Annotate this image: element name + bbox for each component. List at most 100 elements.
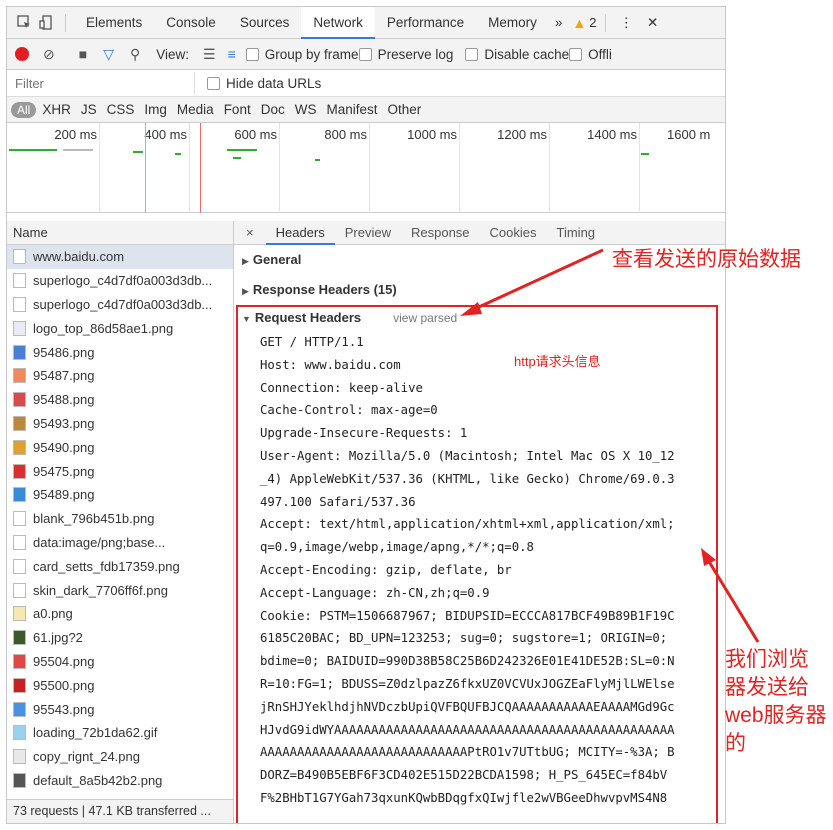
tab-sources[interactable]: Sources: [228, 7, 302, 39]
request-name: a0.png: [33, 606, 73, 622]
hide-data-urls-label: Hide data URLs: [226, 75, 322, 91]
hide-data-urls-checkbox[interactable]: [207, 76, 220, 90]
offline-checkbox[interactable]: [569, 47, 583, 61]
request-row[interactable]: default_8a5b42b2.png: [7, 769, 233, 793]
request-headers-section-toggle[interactable]: ▼ Request Headers view parsed: [238, 307, 716, 331]
request-row[interactable]: copy_rignt_24.png: [7, 745, 233, 769]
raw-header-line: Accept-Encoding: gzip, deflate, br: [260, 562, 512, 577]
request-row[interactable]: 95500.png: [7, 673, 233, 697]
type-filter-js[interactable]: JS: [77, 100, 101, 119]
http-header-note: http请求头信息: [514, 354, 601, 369]
request-row[interactable]: 95487.png: [7, 364, 233, 388]
raw-header-line: q=0.9,image/webp,image/apng,*/*;q=0.8: [260, 540, 534, 555]
tab-cookies[interactable]: Cookies: [480, 221, 547, 245]
type-filter-media[interactable]: Media: [173, 100, 218, 119]
request-row[interactable]: 95490.png: [7, 435, 233, 459]
response-headers-section-title: Response Headers (15): [252, 282, 397, 297]
request-row[interactable]: a0.png: [7, 602, 233, 626]
request-row[interactable]: 95488.png: [7, 388, 233, 412]
tab-response[interactable]: Response: [401, 221, 480, 245]
devtools-tabbar: Elements Console Sources Network Perform…: [7, 7, 725, 39]
tab-headers[interactable]: Headers: [265, 221, 335, 245]
document-icon: [13, 582, 26, 598]
type-filter-font[interactable]: Font: [220, 100, 255, 119]
name-column-header[interactable]: Name: [7, 221, 233, 245]
request-name: www.baidu.com: [33, 249, 125, 265]
request-row[interactable]: 95475.png: [7, 459, 233, 483]
inspect-element-icon[interactable]: [13, 12, 35, 34]
request-row[interactable]: 61.jpg?2: [7, 626, 233, 650]
more-tabs-button[interactable]: »: [549, 7, 569, 39]
request-row[interactable]: superlogo_c4d7df0a003d3db...: [7, 293, 233, 317]
tab-network[interactable]: Network: [301, 7, 375, 39]
devtools-window: Elements Console Sources Network Perform…: [6, 6, 726, 824]
request-row[interactable]: card_setts_fdb17359.png: [7, 554, 233, 578]
offline-option[interactable]: Offli: [569, 47, 612, 62]
filter-input[interactable]: [7, 72, 195, 94]
device-toolbar-icon[interactable]: [35, 12, 57, 34]
request-row[interactable]: 95489.png: [7, 483, 233, 507]
request-row[interactable]: 95486.png: [7, 340, 233, 364]
tab-elements[interactable]: Elements: [74, 7, 154, 39]
load-event-marker: [200, 123, 201, 213]
raw-header-line: jRnSHJYeklhdjhNVDczbUpiQVFBQUFBJCQAAAAAA…: [260, 699, 675, 714]
request-row[interactable]: 95493.png: [7, 412, 233, 436]
request-row[interactable]: loading_72b1da62.gif: [7, 721, 233, 745]
request-row[interactable]: 95543.png: [7, 697, 233, 721]
image-icon: [13, 344, 26, 360]
screenshot-camera-icon[interactable]: ■: [79, 46, 87, 62]
image-icon: [13, 701, 26, 717]
timeline-overview[interactable]: 200 ms 400 ms 600 ms 800 ms 1000 ms 1200…: [7, 123, 725, 213]
tab-preview[interactable]: Preview: [335, 221, 401, 245]
waterfall-overview-icon[interactable]: ≡: [228, 46, 236, 62]
image-icon: [13, 392, 26, 408]
request-name: 95487.png: [33, 368, 95, 384]
timeline-gridline: [549, 123, 550, 213]
type-filter-xhr[interactable]: XHR: [38, 100, 75, 119]
search-icon[interactable]: ⚲: [130, 46, 140, 63]
request-row[interactable]: blank_796b451b.png: [7, 507, 233, 531]
request-row[interactable]: superlogo_c4d7df0a003d3db...: [7, 269, 233, 293]
group-by-frame-option[interactable]: Group by frame: [245, 47, 359, 62]
close-icon[interactable]: ✕: [639, 7, 666, 39]
request-row[interactable]: data:image/png;base...: [7, 531, 233, 555]
tab-memory[interactable]: Memory: [476, 7, 549, 39]
request-name: loading_72b1da62.gif: [33, 725, 158, 741]
warnings-badge[interactable]: ▲ 2: [572, 15, 596, 31]
group-by-frame-checkbox[interactable]: [245, 47, 259, 61]
timeline-tick-label: 1200 ms: [497, 127, 547, 142]
close-details-icon[interactable]: ×: [234, 225, 266, 240]
request-row[interactable]: logo_top_86d58ae1.png: [7, 316, 233, 340]
response-headers-section-toggle[interactable]: ▶ Response Headers (15): [234, 275, 725, 305]
request-row[interactable]: skin_dark_7706ff6f.png: [7, 578, 233, 602]
preserve-log-checkbox[interactable]: [358, 47, 372, 61]
request-row[interactable]: www.baidu.com: [7, 245, 233, 269]
timeline-gridline: [189, 123, 190, 213]
clear-icon[interactable]: ⊘: [43, 46, 55, 63]
type-filter-img[interactable]: Img: [140, 100, 171, 119]
timeline-gridline: [99, 123, 100, 213]
type-filter-css[interactable]: CSS: [103, 100, 139, 119]
type-filter-other[interactable]: Other: [384, 100, 426, 119]
type-filter-doc[interactable]: Doc: [257, 100, 289, 119]
disable-cache-option[interactable]: Disable cache: [465, 47, 569, 62]
large-rows-icon[interactable]: ☰: [203, 46, 216, 63]
request-row[interactable]: 95504.png: [7, 650, 233, 674]
type-filter-all[interactable]: All: [11, 101, 37, 118]
type-filter-manifest[interactable]: Manifest: [322, 100, 381, 119]
menu-icon[interactable]: ⋮: [614, 7, 640, 39]
view-parsed-link[interactable]: view parsed: [393, 311, 457, 325]
tab-console[interactable]: Console: [154, 7, 228, 39]
preserve-log-option[interactable]: Preserve log: [358, 47, 453, 62]
disable-cache-checkbox[interactable]: [465, 47, 479, 61]
filter-icon[interactable]: ▽: [103, 46, 114, 63]
hide-data-urls-option[interactable]: Hide data URLs: [207, 76, 321, 91]
type-filter-ws[interactable]: WS: [291, 100, 321, 119]
tab-performance[interactable]: Performance: [375, 7, 476, 39]
network-panes: Name www.baidu.com superlogo_c4d7df0a003d…: [7, 221, 725, 823]
image-icon: [13, 725, 26, 741]
tab-timing[interactable]: Timing: [547, 221, 606, 245]
record-button[interactable]: [15, 47, 29, 61]
request-headers-highlight-box: ▼ Request Headers view parsed GET / HTTP/1…: [236, 305, 718, 823]
request-name: 95486.png: [33, 344, 95, 360]
